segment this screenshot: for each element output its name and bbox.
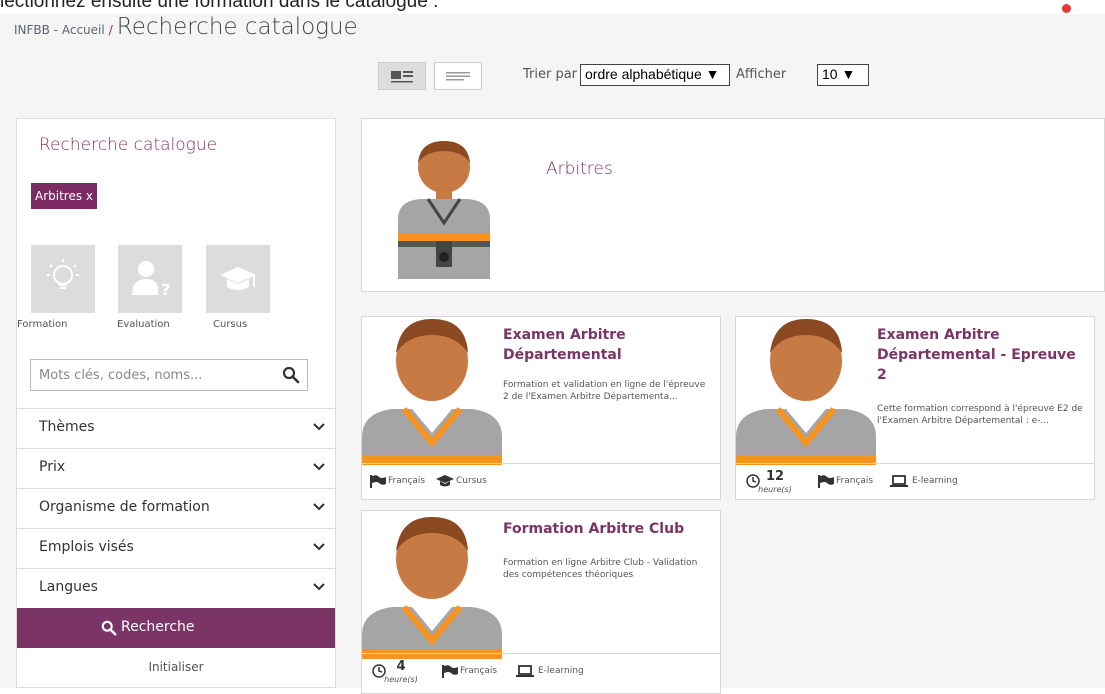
course-card-2[interactable]: Examen Arbitre Départemental - Epreuve 2… <box>735 316 1095 500</box>
category-title: Arbitres <box>546 159 613 179</box>
course-description: Formation et validation en ligne de l'ép… <box>503 380 706 402</box>
sort-select[interactable]: ordre alphabétique ▼ <box>580 64 730 86</box>
course-footer: Français Cursus <box>362 463 720 499</box>
chevron-down-icon <box>313 423 325 431</box>
referee-avatar-icon <box>736 319 876 465</box>
page-title: Recherche catalogue <box>116 14 358 40</box>
search-icon <box>101 620 117 636</box>
category-card: Arbitres <box>361 118 1105 292</box>
active-filter-tag[interactable]: Arbitres x <box>31 183 98 209</box>
referee-avatar-icon <box>362 319 502 465</box>
course-title[interactable]: Examen Arbitre Départemental - Epreuve 2 <box>877 325 1087 385</box>
filter-langues[interactable]: Langues <box>17 568 335 608</box>
cursor-marker <box>1062 4 1071 13</box>
instruction-caption: lectionnez ensuite une formation dans le… <box>0 0 439 12</box>
filter-organisme[interactable]: Organisme de formation <box>17 488 335 528</box>
show-label: Afficher <box>736 67 787 82</box>
course-footer: 12 heure(s) Français E-learning <box>736 463 1094 499</box>
course-duration: 4 <box>396 659 406 674</box>
sidebar-title: Recherche catalogue <box>39 135 218 155</box>
filter-prix[interactable]: Prix <box>17 448 335 488</box>
filter-emplois[interactable]: Emplois visés <box>17 528 335 568</box>
type-cursus-button[interactable] <box>206 245 270 313</box>
list-view-icon <box>446 72 470 81</box>
flag-icon <box>370 475 386 488</box>
type-evaluation-label: Evaluation <box>117 319 170 330</box>
search-sidebar: Recherche catalogue Arbitres x ? Formati… <box>16 118 336 688</box>
type-cursus-label: Cursus <box>213 319 248 330</box>
chevron-down-icon <box>313 583 325 591</box>
referee-avatar-icon <box>362 517 502 659</box>
course-description: Cette formation correspond à l'épreuve E… <box>877 404 1083 426</box>
course-card-1[interactable]: Examen Arbitre Départemental Formation e… <box>361 316 721 500</box>
filter-organisme-label: Organisme de formation <box>39 499 210 515</box>
filter-langues-label: Langues <box>39 579 98 595</box>
course-title[interactable]: Examen Arbitre Départemental <box>503 325 713 365</box>
course-footer: 4 heure(s) Français E-learning <box>362 653 720 689</box>
user-question-icon: ? <box>132 261 170 299</box>
keyword-search-input[interactable] <box>31 360 279 390</box>
course-title[interactable]: Formation Arbitre Club <box>503 519 713 539</box>
course-format: E-learning <box>538 666 584 676</box>
flag-icon <box>442 665 458 678</box>
page-size-select[interactable]: 10 ▼ <box>817 64 869 86</box>
course-language: Français <box>836 476 874 486</box>
flag-icon <box>818 475 834 488</box>
results-toolbar: Trier par ordre alphabétique ▼ Afficher … <box>0 62 1105 90</box>
breadcrumb-separator: / <box>108 23 113 37</box>
filter-prix-label: Prix <box>39 459 66 475</box>
type-evaluation-button[interactable]: ? <box>118 245 182 313</box>
reset-link[interactable]: Initialiser <box>17 660 335 674</box>
grid-view-icon <box>391 71 413 83</box>
referee-avatar-icon <box>398 141 490 279</box>
course-duration: 12 <box>765 469 785 484</box>
svg-text:?: ? <box>161 280 170 299</box>
search-button-label: Recherche <box>121 619 195 635</box>
course-format: Cursus <box>456 476 487 486</box>
course-language: Français <box>388 476 426 486</box>
chevron-down-icon <box>313 543 325 551</box>
course-format: E-learning <box>912 476 958 486</box>
keyword-search-box <box>30 359 308 391</box>
filter-themes[interactable]: Thèmes <box>17 408 335 448</box>
breadcrumb: INFBB - Accueil / Recherche catalogue <box>14 14 358 40</box>
search-button[interactable]: Recherche <box>17 608 335 648</box>
grid-view-button[interactable] <box>378 62 426 90</box>
graduation-cap-icon <box>220 267 256 290</box>
chevron-down-icon <box>313 503 325 511</box>
breadcrumb-home-link[interactable]: INFBB - Accueil <box>14 23 105 37</box>
course-language: Français <box>460 666 498 676</box>
course-card-3[interactable]: Formation Arbitre Club Formation en lign… <box>361 510 721 694</box>
course-description: Formation en ligne Arbitre Club - Valida… <box>503 558 698 580</box>
graduation-cap-icon <box>436 475 454 487</box>
list-view-button[interactable] <box>434 62 482 90</box>
chevron-down-icon <box>313 463 325 471</box>
filter-themes-label: Thèmes <box>39 419 95 435</box>
sort-label: Trier par <box>523 67 578 82</box>
search-icon[interactable] <box>282 366 300 384</box>
lightbulb-icon <box>47 259 79 289</box>
laptop-icon <box>890 475 908 487</box>
laptop-icon <box>516 665 534 677</box>
course-duration-unit: heure(s) <box>758 485 792 494</box>
type-formation-button[interactable] <box>31 245 95 313</box>
course-duration-unit: heure(s) <box>384 675 418 684</box>
filter-emplois-label: Emplois visés <box>39 539 134 555</box>
type-formation-label: Formation <box>17 319 68 330</box>
